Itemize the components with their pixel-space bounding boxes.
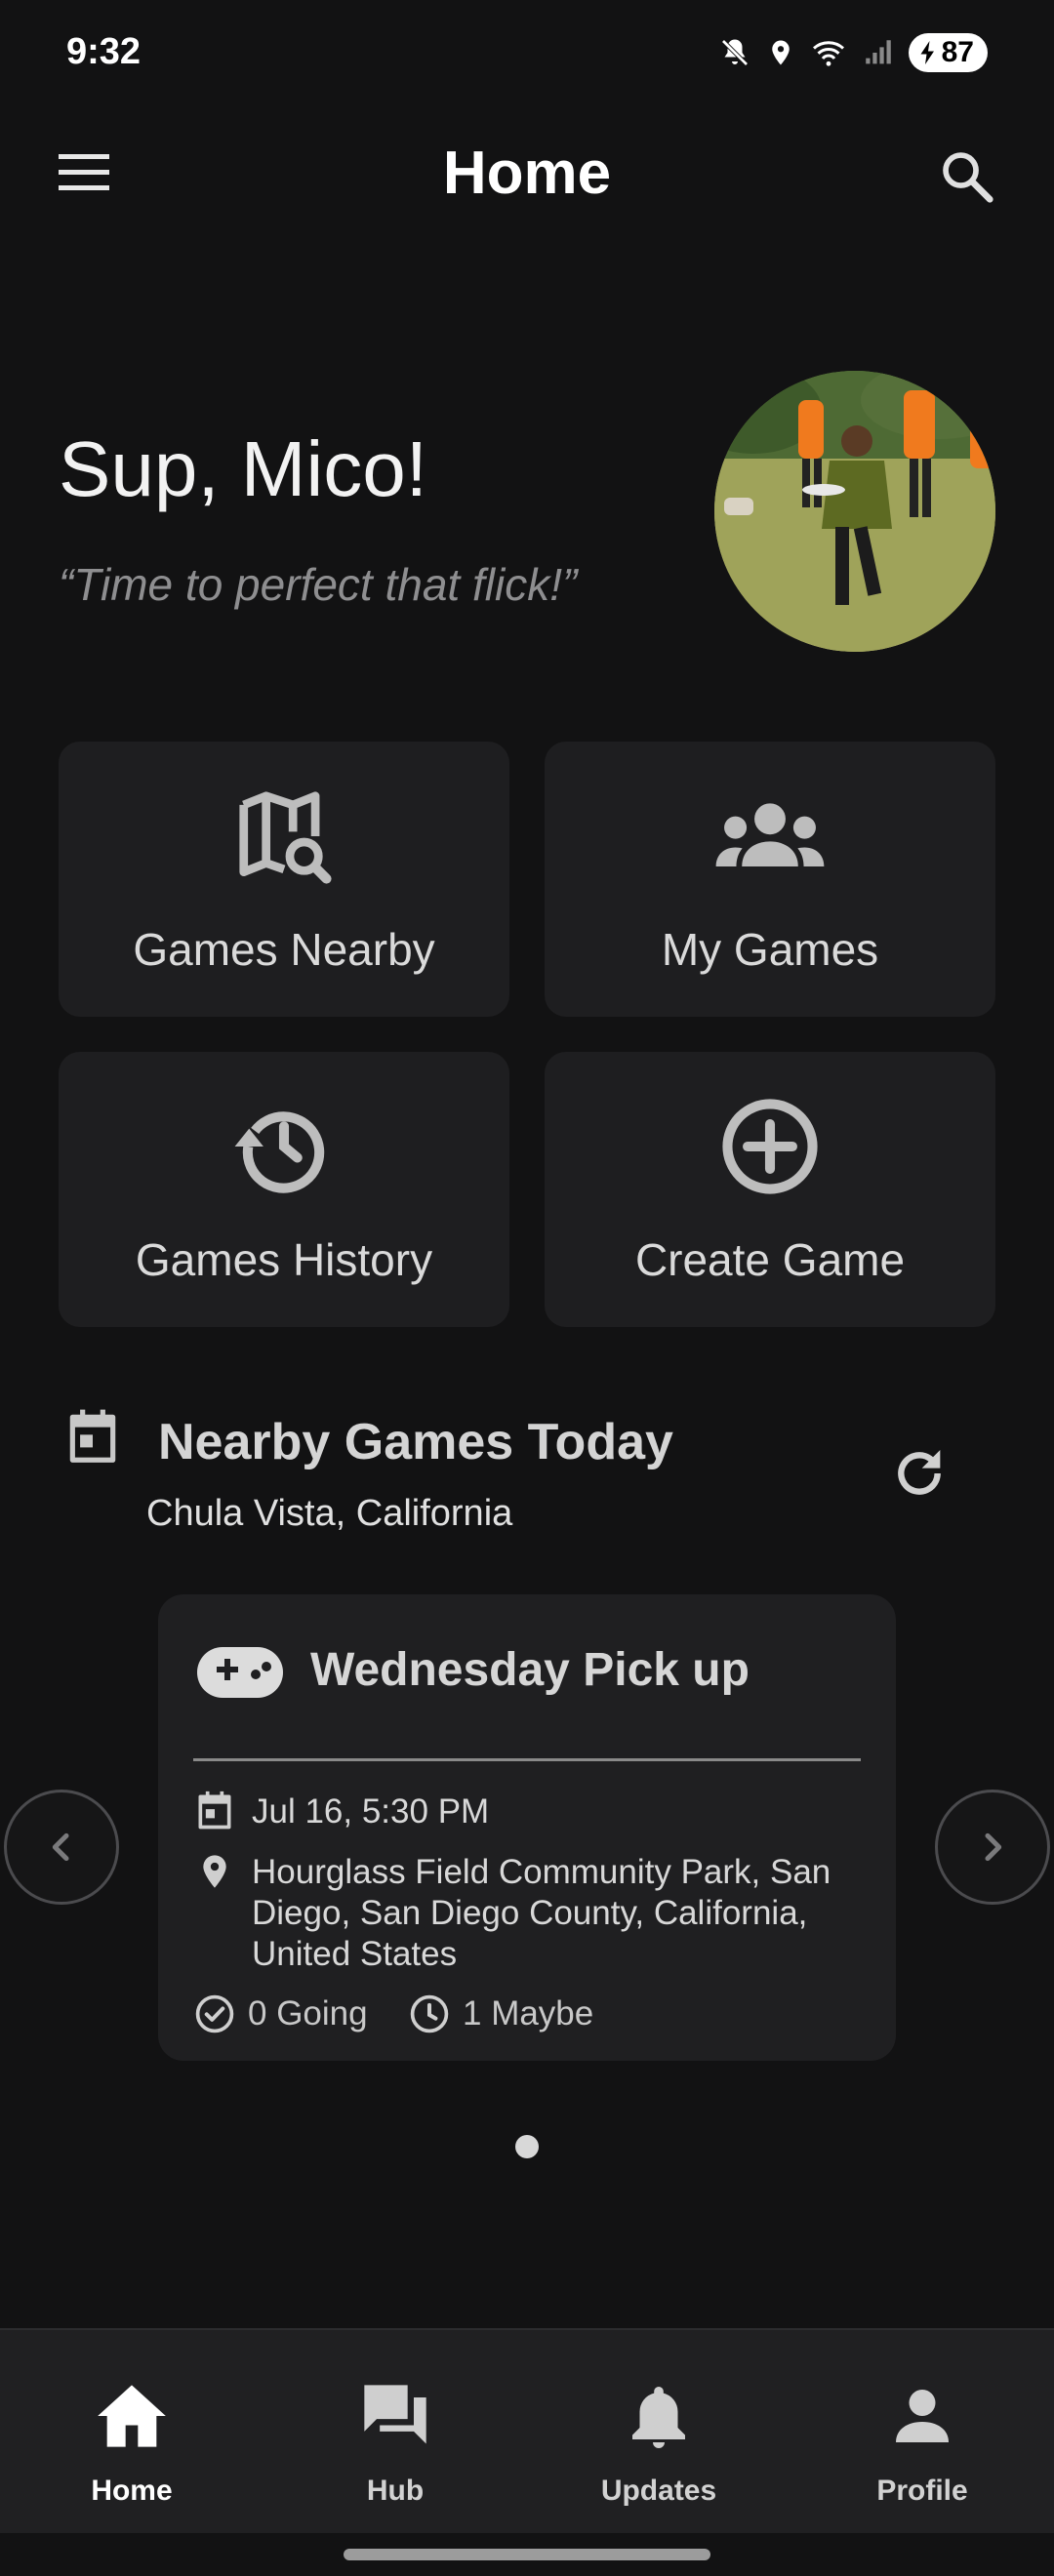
maybe-status: 1 Maybe — [408, 1992, 593, 2035]
tile-label: Games History — [135, 1234, 433, 1285]
nav-label: Hub — [366, 2475, 425, 2507]
avatar[interactable] — [714, 371, 995, 652]
history-icon — [59, 1093, 509, 1200]
game-name: Wednesday Pick up — [310, 1644, 750, 1696]
battery-level: 87 — [941, 36, 974, 68]
battery-icon: 87 — [908, 33, 988, 72]
signal-icon — [862, 36, 895, 69]
groups-icon — [545, 783, 995, 890]
nav-item-profile[interactable]: Profile — [790, 2330, 1054, 2535]
mute-icon — [717, 35, 752, 70]
map-search-icon — [59, 783, 509, 890]
event-icon — [193, 1790, 236, 1832]
my-games-tile[interactable]: My Games — [545, 742, 995, 1017]
clock-icon — [408, 1992, 451, 2035]
tile-label: Games Nearby — [133, 924, 435, 975]
carousel-prev-button[interactable] — [4, 1790, 119, 1905]
status-time: 9:32 — [66, 31, 142, 72]
maybe-count: 1 Maybe — [463, 1994, 594, 2033]
home-indicator[interactable] — [344, 2549, 710, 2560]
games-history-tile[interactable]: Games History — [59, 1052, 509, 1327]
bell-icon — [527, 2381, 790, 2451]
home-icon — [0, 2381, 264, 2451]
greeting-quote: “Time to perfect that flick!” — [59, 559, 578, 610]
refresh-icon[interactable] — [888, 1442, 951, 1505]
game-address-line: Hourglass Field Community Park, San — [252, 1853, 831, 1891]
location-pin-icon — [195, 1850, 238, 1893]
nav-label: Updates — [600, 2475, 717, 2507]
page-title: Home — [442, 140, 612, 207]
nav-item-updates[interactable]: Updates — [527, 2330, 790, 2535]
status-icons: 87 — [717, 33, 988, 72]
wifi-icon — [809, 35, 848, 70]
calendar-icon — [62, 1407, 123, 1468]
card-divider — [193, 1758, 861, 1761]
add-circle-icon — [545, 1093, 995, 1200]
location-icon — [766, 35, 795, 70]
check-circle-icon — [193, 1992, 236, 2035]
carousel-next-button[interactable] — [935, 1790, 1050, 1905]
status-bar: 9:32 87 — [0, 0, 1054, 117]
greeting-text: Sup, Mico! — [59, 425, 427, 512]
games-nearby-tile[interactable]: Games Nearby — [59, 742, 509, 1017]
section-location: Chula Vista, California — [146, 1493, 513, 1534]
chevron-left-icon — [52, 1832, 69, 1862]
gamepad-icon — [195, 1645, 285, 1700]
chevron-right-icon — [985, 1832, 1002, 1862]
nav-label: Home — [91, 2475, 173, 2507]
game-address-line: United States — [252, 1935, 458, 1973]
carousel-indicator-dot[interactable] — [515, 2135, 539, 2158]
bottom-navigation: Home Hub Updates Profile — [0, 2328, 1054, 2533]
nav-item-hub[interactable]: Hub — [264, 2330, 527, 2535]
going-status: 0 Going — [193, 1992, 368, 2035]
nav-item-home[interactable]: Home — [0, 2330, 264, 2535]
tile-label: Create Game — [634, 1234, 906, 1285]
person-icon — [790, 2381, 1054, 2451]
nav-label: Profile — [876, 2475, 968, 2507]
game-address-line: Diego, San Diego County, California, — [252, 1894, 808, 1932]
tile-label: My Games — [661, 924, 879, 975]
search-icon[interactable] — [937, 146, 999, 209]
game-datetime: Jul 16, 5:30 PM — [252, 1792, 490, 1831]
create-game-tile[interactable]: Create Game — [545, 1052, 995, 1327]
forum-icon — [264, 2381, 527, 2451]
game-card[interactable]: Wednesday Pick up Jul 16, 5:30 PM Hourgl… — [158, 1594, 896, 2061]
going-count: 0 Going — [248, 1994, 368, 2033]
app-bar: Home — [0, 117, 1054, 234]
section-title: Nearby Games Today — [158, 1414, 673, 1470]
